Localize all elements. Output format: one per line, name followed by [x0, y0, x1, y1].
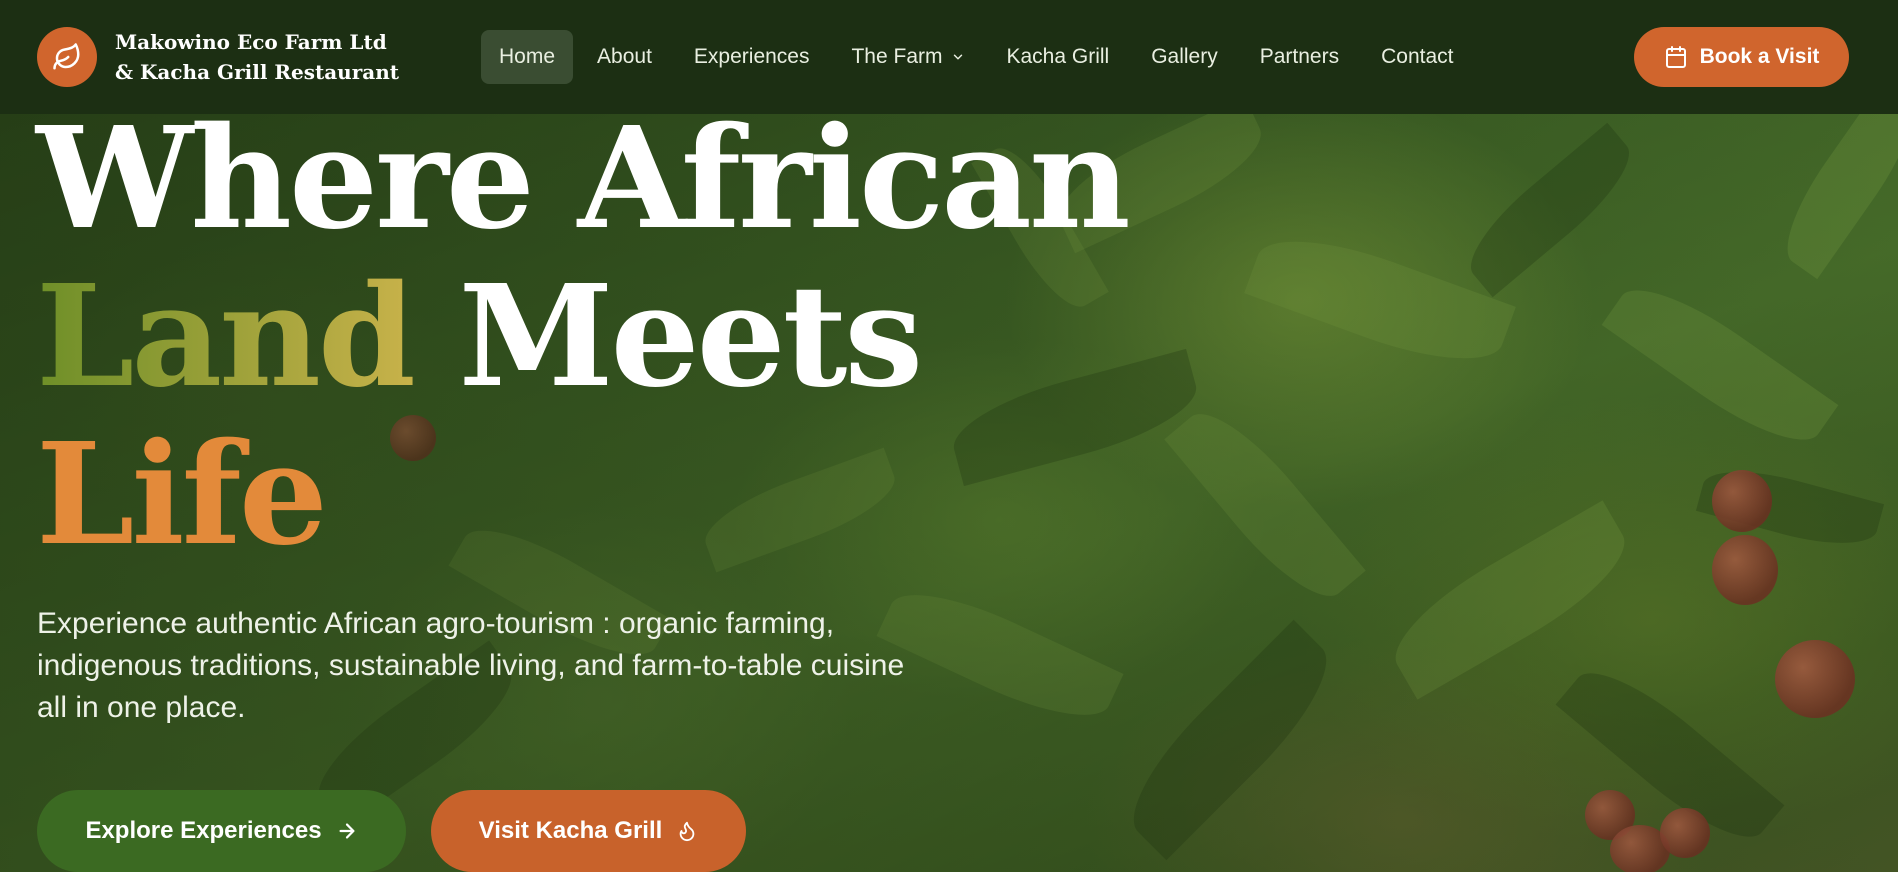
explore-experiences-button[interactable]: Explore Experiences [37, 790, 406, 872]
nav-item-label: Experiences [693, 45, 810, 68]
headline-line2: Land Meets [36, 258, 1128, 416]
hero-cta-row: Explore Experiences Visit Kacha Grill [37, 790, 746, 872]
nav-item-label: Partners [1259, 45, 1340, 68]
nav-item-label: The Farm [851, 45, 943, 68]
headline-meets: Meets [458, 255, 924, 419]
nav-item-home[interactable]: Home [481, 30, 574, 84]
book-a-visit-button[interactable]: Book a Visit [1634, 27, 1849, 87]
nav-item-label: Home [499, 45, 556, 68]
headline-line1: Where African [36, 97, 1131, 261]
main-nav: Home About Experiences The Farm Kacha Gr… [481, 30, 1477, 84]
headline-highlight-land: Land [36, 255, 416, 419]
nav-item-kacha-grill[interactable]: Kacha Grill [989, 30, 1128, 84]
nav-item-gallery[interactable]: Gallery [1133, 30, 1236, 84]
nav-item-about[interactable]: About [579, 30, 670, 84]
nav-item-label: Kacha Grill [1006, 45, 1110, 68]
top-navbar: Makowino Eco Farm Ltd & Kacha Grill Rest… [0, 0, 1898, 114]
nav-item-label: Gallery [1151, 45, 1218, 68]
book-a-visit-label: Book a Visit [1699, 45, 1820, 68]
brand-name-line1: Makowino Eco Farm Ltd [115, 30, 387, 54]
hero-tagline: Experience authentic African agro-touris… [37, 607, 905, 724]
calendar-icon [1665, 46, 1686, 68]
nav-item-label: About [597, 45, 652, 68]
hero-headline: Where African Land Meets Life [36, 97, 1131, 577]
flame-icon [679, 821, 695, 842]
visit-kacha-grill-button[interactable]: Visit Kacha Grill [431, 790, 746, 872]
leaf-icon [37, 27, 97, 87]
brand-name-line2: & Kacha Grill Restaurant [115, 60, 399, 84]
explore-experiences-label: Explore Experiences [85, 817, 322, 844]
chevron-down-icon [951, 50, 965, 64]
visit-kacha-grill-label: Visit Kacha Grill [478, 817, 663, 844]
nav-item-partners[interactable]: Partners [1242, 30, 1357, 84]
headline-line3: Life [36, 413, 328, 577]
arrow-right-icon [339, 823, 355, 839]
nav-item-contact[interactable]: Contact [1363, 30, 1471, 84]
brand-name: Makowino Eco Farm Ltd & Kacha Grill Rest… [115, 27, 399, 87]
nav-item-label: Contact [1381, 45, 1454, 68]
nav-item-the-farm[interactable]: The Farm [833, 30, 982, 84]
nav-item-experiences[interactable]: Experiences [676, 30, 828, 84]
brand[interactable]: Makowino Eco Farm Ltd & Kacha Grill Rest… [37, 27, 477, 87]
